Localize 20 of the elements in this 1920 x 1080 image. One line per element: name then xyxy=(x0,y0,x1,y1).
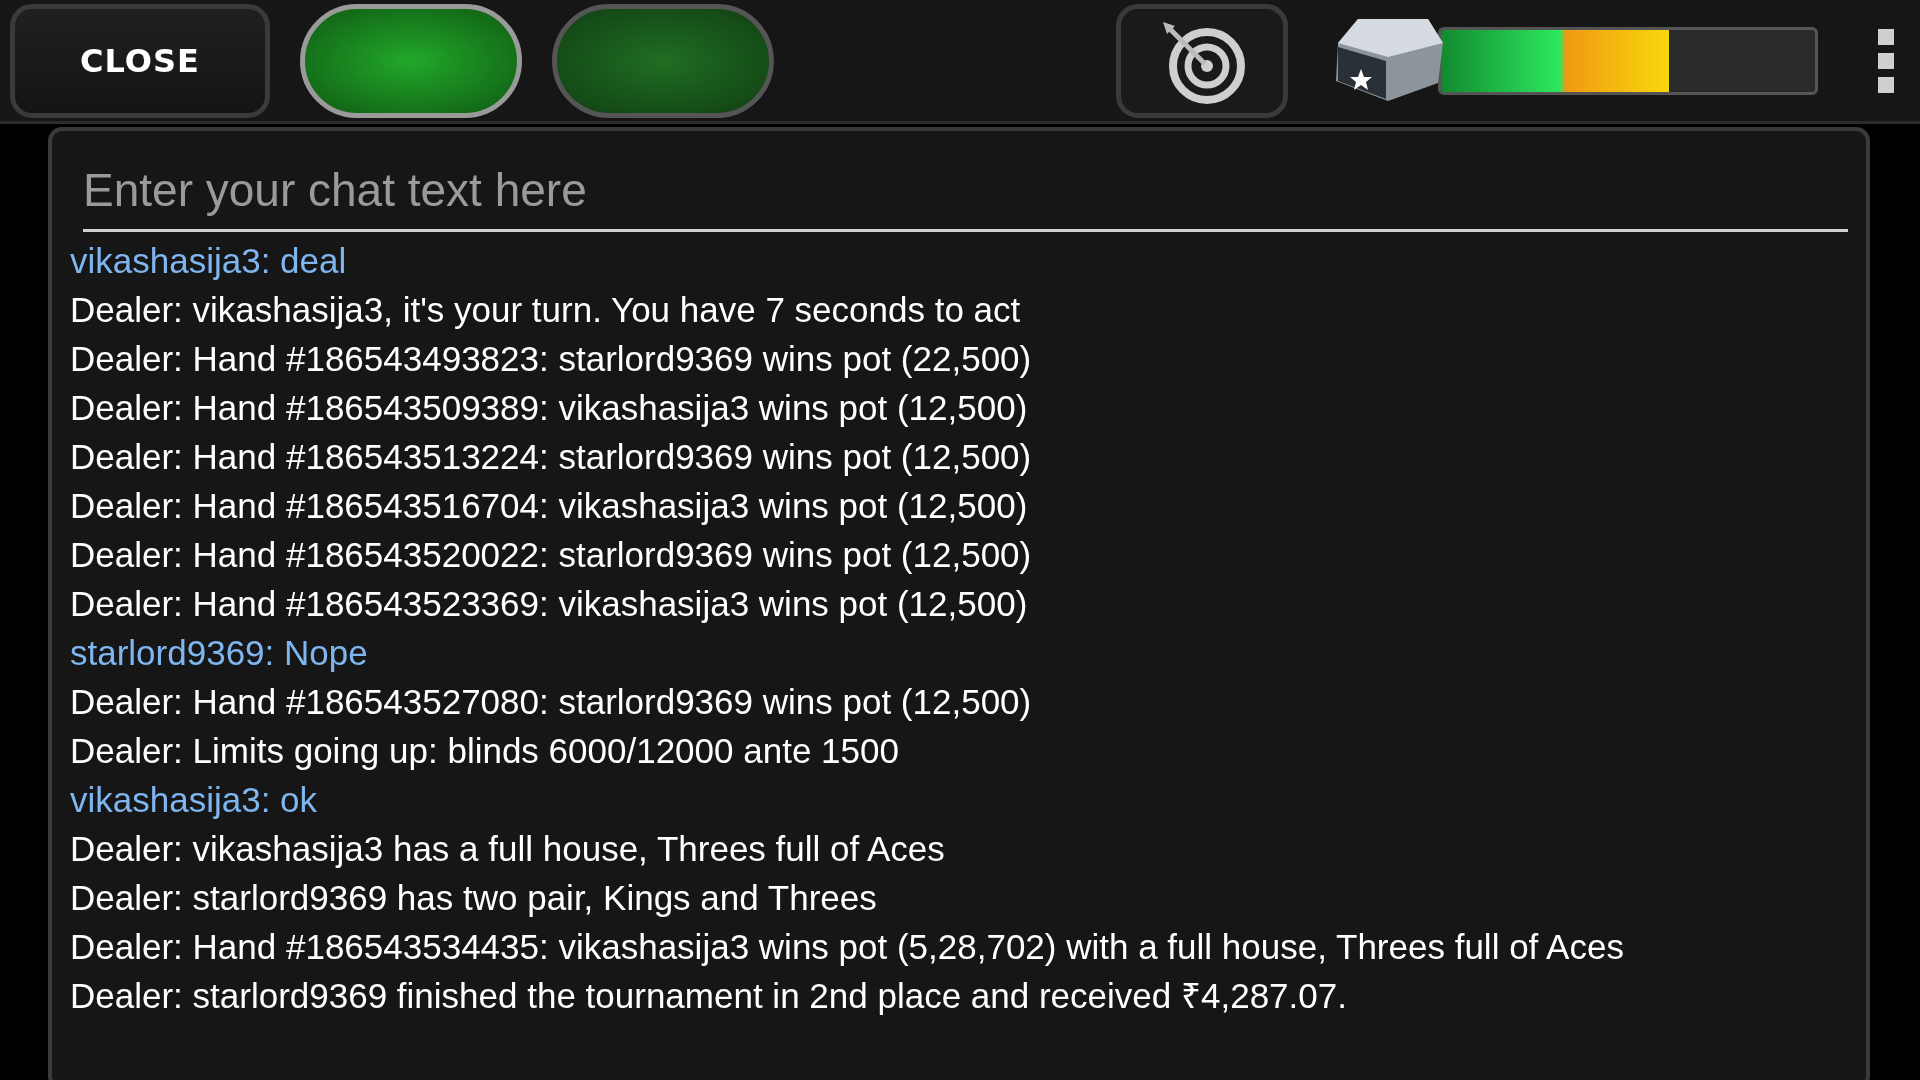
chat-message: Dealer: Hand #186543534435: vikashasija3 wins pot (5,28,702) with a full house, Threes full of Aces xyxy=(70,926,1625,968)
chat-message: starlord9369: Nope xyxy=(70,632,369,674)
chat-message: Dealer: vikashasija3 has a full house, Threes full of Aces xyxy=(70,828,946,870)
chat-message: Dealer: Hand #186543527080: starlord9369 wins pot (12,500) xyxy=(70,681,1033,723)
menu-icon[interactable] xyxy=(1878,28,1894,93)
chat-message: vikashasija3: ok xyxy=(70,779,319,821)
chat-message: Dealer: vikashasija3, it's your turn. You have 7 seconds to act xyxy=(70,289,1022,331)
chat-message: Dealer: Hand #186543513224: starlord9369 wins pot (12,500) xyxy=(70,436,1033,478)
chat-message: Dealer: Hand #186543516704: vikashasija3 wins pot (12,500) xyxy=(70,485,1029,527)
chat-message: Dealer: Hand #186543520022: starlord9369 wins pot (12,500) xyxy=(70,534,1033,576)
chat-message: Dealer: starlord9369 finished the tournament in 2nd place and received ₹4,287.07. xyxy=(70,975,1348,1017)
chat-message: Dealer: Limits going up: blinds 6000/12000 ante 1500 xyxy=(70,730,900,772)
chat-message: Dealer: starlord9369 has two pair, Kings and Threes xyxy=(70,877,878,919)
chat-input[interactable]: Enter your chat text here xyxy=(83,155,1848,232)
chat-message: Dealer: Hand #186543493823: starlord9369 wins pot (22,500) xyxy=(70,338,1033,380)
target-button[interactable] xyxy=(1116,3,1288,118)
chat-message: Dealer: Hand #186543509389: vikashasija3 wins pot (12,500) xyxy=(70,387,1029,429)
chat-message: Dealer: Hand #186543523369: vikashasija3 wins pot (12,500) xyxy=(70,583,1029,625)
close-button[interactable]: CLOSE xyxy=(10,3,270,118)
chat-message: vikashasija3: deal xyxy=(70,240,348,282)
